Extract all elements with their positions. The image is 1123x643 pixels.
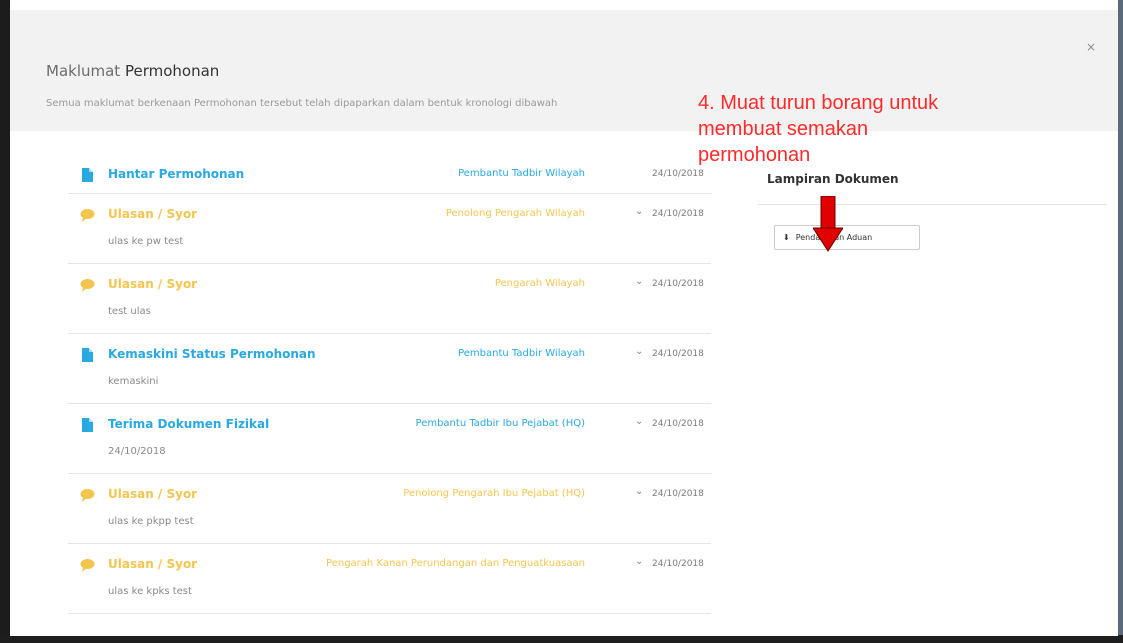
timeline-role: Pembantu Tadbir Wilayah — [458, 348, 585, 359]
timeline-title: Ulasan / Syor — [108, 277, 198, 291]
timeline-date: 24/10/2018 — [652, 209, 704, 219]
chevron-down-icon[interactable]: ⌄ — [635, 346, 643, 357]
annotation-line-3: permohonan — [698, 144, 811, 166]
timeline-role: Penolong Pengarah Wilayah — [445, 208, 585, 219]
timeline-title: Ulasan / Syor — [108, 207, 198, 221]
download-document-button[interactable]: ⬇ Pendaftaran Aduan — [774, 225, 920, 250]
timeline-role: Penolong Pengarah Ibu Pejabat (HQ) — [403, 488, 585, 499]
timeline-row[interactable]: Ulasan / Syor Penolong Pengarah Ibu Pejab… — [68, 474, 711, 544]
modal-title-prefix: Maklumat — [46, 62, 121, 80]
timeline-date: 24/10/2018 — [652, 419, 704, 429]
timeline-role: Pembantu Tadbir Wilayah — [458, 168, 585, 179]
timeline-date: 24/10/2018 — [652, 169, 704, 179]
chevron-down-icon[interactable]: ⌄ — [635, 486, 643, 497]
timeline-note: ulas ke pkpp test — [108, 516, 194, 527]
download-icon: ⬇ — [783, 233, 790, 242]
close-button[interactable]: × — [1086, 40, 1096, 54]
timeline-note: kemaskini — [108, 376, 159, 387]
modal-subtitle: Semua maklumat berkenaan Permohonan ters… — [46, 98, 558, 109]
document-icon — [82, 168, 93, 182]
backdrop-bottom — [0, 635, 1123, 643]
timeline-note: ulas ke kpks test — [108, 586, 192, 597]
red-down-arrow-icon — [813, 196, 843, 252]
timeline-row[interactable]: Terima Dokumen Fizikal Pembantu Tadbir Ib… — [68, 404, 711, 474]
timeline-date: 24/10/2018 — [652, 279, 704, 289]
comment-icon — [80, 279, 95, 292]
timeline-row[interactable]: Ulasan / Syor Pengarah Kanan Perundangan … — [68, 544, 711, 614]
timeline-row[interactable]: Ulasan / Syor Pengarah Wilayah ⌄ 24/10/2018… — [68, 264, 711, 334]
timeline-note: 24/10/2018 — [108, 446, 166, 457]
timeline-title: Hantar Permohonan — [108, 167, 245, 181]
timeline-role: Pengarah Kanan Perundangan dan Penguatku… — [326, 558, 585, 569]
comment-icon — [80, 209, 95, 222]
timeline-row[interactable]: Kemaskini Status Permohonan Pembantu Tadb… — [68, 334, 711, 404]
timeline-title: Kemaskini Status Permohonan — [108, 347, 316, 361]
timeline-title: Terima Dokumen Fizikal — [108, 417, 270, 431]
timeline-title: Ulasan / Syor — [108, 557, 198, 571]
chevron-down-icon[interactable]: ⌄ — [635, 276, 643, 287]
lampiran-title: Lampiran Dokumen — [767, 172, 899, 186]
chevron-down-icon[interactable]: ⌄ — [635, 206, 643, 217]
annotation-line-1: 4. Muat turun borang untuk — [698, 92, 939, 114]
backdrop-right — [1118, 0, 1123, 643]
timeline-note: test ulas — [108, 306, 151, 317]
document-icon — [82, 348, 93, 362]
timeline-row[interactable]: Ulasan / Syor Penolong Pengarah Wilayah ⌄ 2… — [68, 194, 711, 264]
timeline: Hantar Permohonan Pembantu Tadbir Wilayah… — [68, 154, 711, 614]
comment-icon — [80, 489, 95, 502]
lampiran-divider — [758, 204, 1107, 205]
document-icon — [82, 418, 93, 432]
timeline-date: 24/10/2018 — [652, 489, 704, 499]
timeline-title: Ulasan / Syor — [108, 487, 198, 501]
timeline-row: Hantar Permohonan Pembantu Tadbir Wilayah… — [68, 154, 711, 194]
timeline-date: 24/10/2018 — [652, 349, 704, 359]
annotation-line-2: membuat semakan — [698, 118, 869, 140]
comment-icon — [80, 559, 95, 572]
timeline-role: Pembantu Tadbir Ibu Pejabat (HQ) — [415, 418, 585, 429]
chevron-down-icon[interactable]: ⌄ — [635, 416, 643, 427]
timeline-date: 24/10/2018 — [652, 559, 704, 569]
timeline-role: Pengarah Wilayah — [494, 278, 585, 289]
modal-title: Maklumat Permohonan — [46, 62, 219, 80]
modal-title-main: Permohonan — [124, 62, 220, 80]
timeline-note: ulas ke pw test — [108, 236, 184, 247]
backdrop-left — [0, 0, 10, 643]
backdrop-top — [0, 0, 1123, 10]
tutorial-annotation: 4. Muat turun borang untuk membuat semak… — [698, 90, 1098, 168]
chevron-down-icon[interactable]: ⌄ — [635, 556, 643, 567]
